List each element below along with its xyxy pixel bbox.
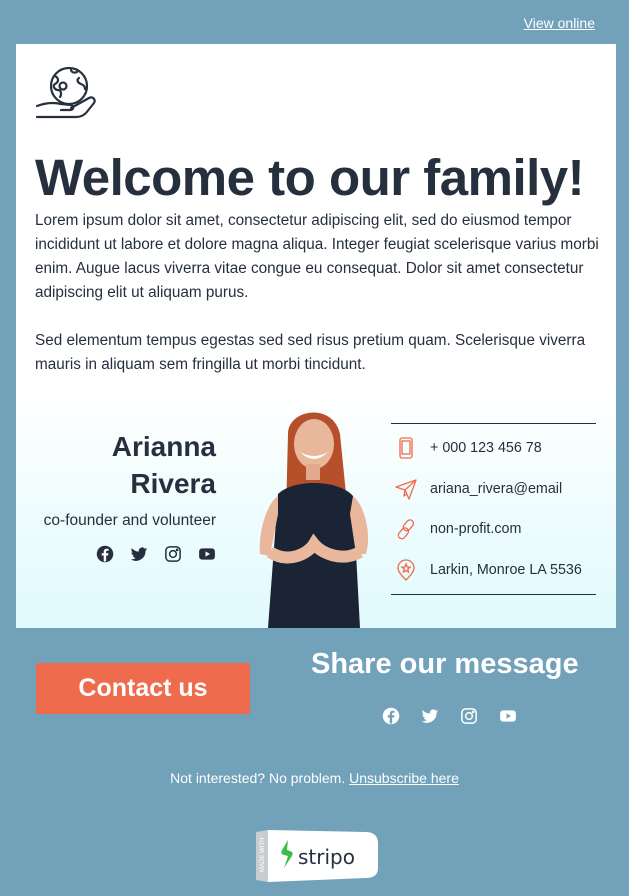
location-pin-icon <box>397 559 415 581</box>
profile-name: Arianna Rivera <box>112 428 216 502</box>
contact-website[interactable]: non-profit.com <box>391 509 596 550</box>
view-online-link[interactable]: View online <box>524 15 595 31</box>
last-name: Rivera <box>130 468 216 499</box>
share-social-links <box>382 707 517 725</box>
contact-address-text: Larkin, Monroe LA 5536 <box>430 561 582 578</box>
instagram-icon[interactable] <box>164 545 182 563</box>
profile-section: Arianna Rivera co-founder and volunteer … <box>16 394 616 628</box>
profile-role: co-founder and volunteer <box>43 512 216 529</box>
top-bar: View online <box>0 0 629 44</box>
intro-paragraph: Lorem ipsum dolor sit amet, consectetur … <box>35 212 599 301</box>
profile-social-links <box>96 545 216 563</box>
unsubscribe-text: Not interested? No problem. <box>170 770 350 786</box>
phone-icon <box>399 437 413 459</box>
contact-website-text: non-profit.com <box>430 521 522 538</box>
paper-plane-icon <box>395 479 417 500</box>
globe-in-hand-icon <box>35 66 96 119</box>
main-card: Welcome to our family! Lorem ipsum dolor… <box>16 44 616 628</box>
unsubscribe-link[interactable]: Unsubscribe here <box>349 770 459 786</box>
facebook-icon[interactable] <box>382 707 400 725</box>
youtube-icon[interactable] <box>499 707 517 725</box>
page-title: Welcome to our family! <box>35 149 585 206</box>
instagram-icon[interactable] <box>460 707 478 725</box>
contact-list: + 000 123 456 78 ariana_rivera@email non… <box>391 423 596 595</box>
contact-phone-text: + 000 123 456 78 <box>430 440 542 457</box>
unsubscribe-line: Not interested? No problem. Unsubscribe … <box>0 770 629 786</box>
twitter-icon[interactable] <box>130 545 148 563</box>
twitter-icon[interactable] <box>421 707 439 725</box>
profile-photo <box>259 412 369 628</box>
first-name: Arianna <box>111 431 216 462</box>
youtube-icon[interactable] <box>198 545 216 563</box>
share-title: Share our message <box>311 648 579 680</box>
contact-email[interactable]: ariana_rivera@email <box>391 469 596 510</box>
link-icon <box>397 519 415 540</box>
made-with-stripo-badge[interactable]: MADE WITH stripo <box>254 828 378 884</box>
facebook-icon[interactable] <box>96 545 114 563</box>
badge-brand: stripo <box>298 845 355 869</box>
intro-paragraph-2: Sed elementum tempus egestas sed sed ris… <box>35 332 586 373</box>
contact-phone[interactable]: + 000 123 456 78 <box>391 428 596 469</box>
contact-email-text: ariana_rivera@email <box>430 480 563 497</box>
contact-address[interactable]: Larkin, Monroe LA 5536 <box>391 550 596 591</box>
contact-us-button[interactable]: Contact us <box>36 663 250 714</box>
badge-made-with: MADE WITH <box>260 838 266 872</box>
